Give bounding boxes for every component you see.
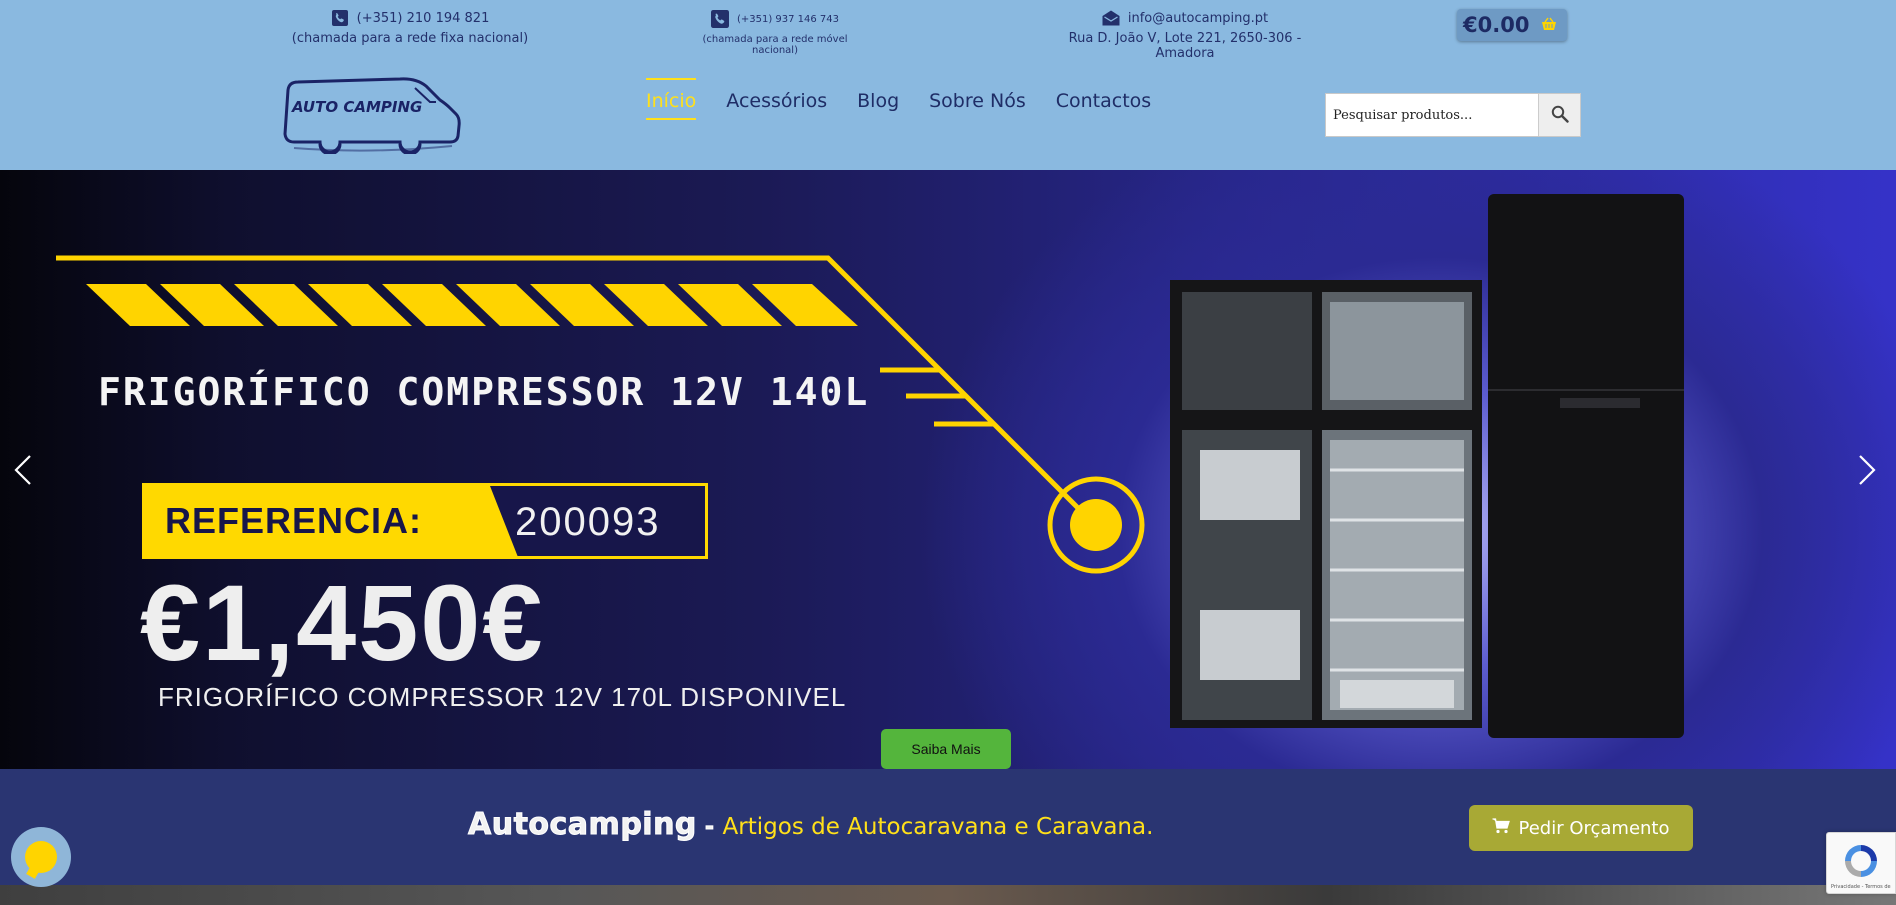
nav-item-acessorios[interactable]: Acessórios <box>726 90 827 120</box>
contact-landline-number: (+351) 210 194 821 <box>356 10 490 26</box>
chat-widget-button[interactable] <box>11 827 71 887</box>
logo-text: AUTO CAMPING <box>291 98 422 116</box>
hero-title: FRIGORÍFICO COMPRESSOR 12V 140L <box>98 370 870 414</box>
phone-icon <box>331 9 349 27</box>
tagline-band: Autocamping - Artigos de Autocaravana e … <box>0 769 1896 885</box>
nav-item-sobre-nos[interactable]: Sobre Nós <box>929 90 1026 120</box>
slider-prev-button[interactable] <box>8 450 38 490</box>
recaptcha-links[interactable]: Privacidade - Termos de <box>1831 884 1891 890</box>
tagline: Autocamping - Artigos de Autocaravana e … <box>468 807 1154 843</box>
pedir-orcamento-label: Pedir Orçamento <box>1518 817 1670 839</box>
phone-icon <box>710 10 729 28</box>
product-search <box>1325 93 1581 137</box>
search-button[interactable] <box>1538 94 1580 136</box>
site-logo[interactable]: AUTO CAMPING <box>280 74 462 156</box>
contact-mobile-note: (chamada para a rede móvel nacional) <box>702 34 848 56</box>
reference-box: REFERENCIA: 200093 <box>142 483 708 559</box>
search-icon <box>1551 105 1569 126</box>
next-section-preview <box>0 885 1896 905</box>
hero-price: €1,450€ <box>140 562 545 683</box>
nav-item-contactos[interactable]: Contactos <box>1056 90 1151 120</box>
contact-mobile[interactable]: (+351) 937 146 743 (chamada para a rede … <box>680 10 870 56</box>
envelope-icon <box>1102 9 1120 27</box>
hero-subtitle: FRIGORÍFICO COMPRESSOR 12V 170L DISPONIV… <box>158 682 847 712</box>
basket-icon <box>1541 16 1557 35</box>
contact-email-address: info@autocamping.pt <box>1127 10 1269 26</box>
contact-address: Rua D. João V, Lote 221, 2650-306 - Amad… <box>1068 31 1302 61</box>
main-nav: Início Acessórios Blog Sobre Nós Contact… <box>646 78 1151 120</box>
nav-item-blog[interactable]: Blog <box>857 90 899 120</box>
search-input[interactable] <box>1326 94 1538 136</box>
fridge-open-image <box>1170 280 1482 728</box>
contact-landline[interactable]: (+351) 210 194 821 (chamada para a rede … <box>290 9 530 46</box>
tagline-separator: - <box>704 815 715 841</box>
reference-label: REFERENCIA: <box>165 500 423 541</box>
chat-bubble-icon <box>25 841 57 873</box>
cart-icon <box>1492 817 1511 839</box>
recaptcha-icon <box>1845 845 1877 877</box>
saiba-mais-button[interactable]: Saiba Mais <box>881 729 1011 769</box>
fridge-closed-image <box>1488 194 1684 738</box>
reference-value: 200093 <box>515 500 661 544</box>
nav-item-inicio[interactable]: Início <box>646 78 697 120</box>
chevron-right-icon <box>1859 455 1876 485</box>
hero-slider: FRIGORÍFICO COMPRESSOR 12V 140L REFERENC… <box>0 170 1896 769</box>
cart-button[interactable]: €0.00 <box>1457 9 1567 41</box>
tagline-brand: Autocamping <box>468 807 697 843</box>
contact-mobile-number: (+351) 937 146 743 <box>736 13 840 25</box>
pedir-orcamento-button[interactable]: Pedir Orçamento <box>1469 805 1693 851</box>
contact-email[interactable]: info@autocamping.pt Rua D. João V, Lote … <box>1040 9 1330 61</box>
cart-amount: €0.00 <box>1463 13 1530 37</box>
tagline-text: Artigos de Autocaravana e Caravana. <box>722 814 1154 840</box>
recaptcha-badge[interactable]: Privacidade - Termos de <box>1826 832 1896 894</box>
contact-landline-note: (chamada para a rede fixa nacional) <box>291 31 529 46</box>
slider-next-button[interactable] <box>1852 450 1882 490</box>
chevron-left-icon <box>14 455 31 485</box>
top-contact-bar: (+351) 210 194 821 (chamada para a rede … <box>0 0 1896 61</box>
